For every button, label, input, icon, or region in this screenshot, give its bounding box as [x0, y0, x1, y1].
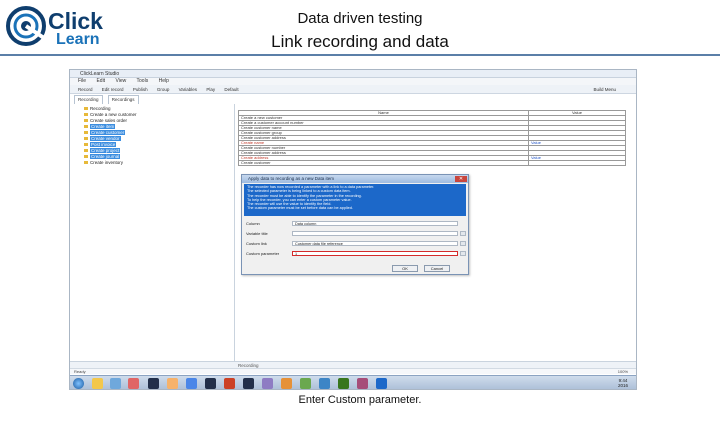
- dialog-row-custom-link: Custom link Customer data file reference: [246, 240, 466, 247]
- toolbar-build-menu[interactable]: Build Menu: [593, 85, 616, 94]
- slide: Click Learn Data driven testing Link rec…: [0, 0, 720, 437]
- tree-item-label: Create journal: [90, 154, 121, 159]
- toolbar-variables[interactable]: Variables: [179, 87, 197, 92]
- folder-icon[interactable]: [92, 378, 103, 389]
- start-button-icon[interactable]: [73, 378, 84, 389]
- dialog-row-variable-title: Variable title: [246, 230, 466, 237]
- toolbar-play[interactable]: Play: [206, 87, 215, 92]
- menu-bar: File Edit View Tools Help: [70, 78, 636, 85]
- tree-item-label: Create inventory: [90, 160, 124, 165]
- tree-item-label: Post invoice: [90, 142, 117, 147]
- apply-data-dialog: Apply data to recording as a new Data it…: [241, 174, 469, 275]
- status-bar: Ready 100%: [70, 368, 636, 374]
- menu-help[interactable]: Help: [159, 78, 169, 84]
- taskbar-clock[interactable]: 9:44 2016: [618, 378, 628, 388]
- menu-tools[interactable]: Tools: [137, 78, 149, 84]
- field-label: Custom parameter: [246, 251, 280, 256]
- tree-item-label: Create vendor: [90, 136, 121, 141]
- app-icon-10[interactable]: [281, 378, 292, 389]
- app-icon-4[interactable]: [167, 378, 178, 389]
- tree-item-label: Create sales order: [90, 118, 128, 123]
- folder-icon: [84, 119, 88, 123]
- window-title-bar: ClickLearn Studio: [70, 70, 636, 78]
- table-row[interactable]: Create customer: [238, 160, 626, 166]
- folder-icon: [84, 161, 88, 165]
- app-icon-2[interactable]: [128, 378, 139, 389]
- dialog-title-bar: Apply data to recording as a new Data it…: [242, 175, 468, 183]
- dialog-title: Apply data to recording as a new Data it…: [248, 176, 335, 181]
- toolbar-edit-record[interactable]: Edit record: [102, 87, 124, 92]
- info-line: The custom parameter must be set before …: [247, 206, 353, 211]
- app-icon-12[interactable]: [319, 378, 330, 389]
- app-icon-15[interactable]: [376, 378, 387, 389]
- app-icon-5[interactable]: [186, 378, 197, 389]
- app-icon-9[interactable]: [262, 378, 273, 389]
- variable-title-field[interactable]: [292, 231, 458, 236]
- field-label: Variable title: [246, 231, 268, 236]
- slide-subtitle: Link recording and data: [271, 32, 449, 51]
- folder-icon: [84, 107, 88, 111]
- folder-icon: [84, 155, 88, 159]
- toolbar: Record Edit record Publish Group Variabl…: [70, 85, 636, 94]
- app-screenshot: ClickLearn Studio File Edit View Tools H…: [69, 69, 637, 390]
- dialog-close-icon[interactable]: ✕: [455, 176, 467, 182]
- app-icon-11[interactable]: [300, 378, 311, 389]
- column-select[interactable]: Data column: [292, 221, 458, 226]
- app-icon-13[interactable]: [338, 378, 349, 389]
- tree-item-label: Recording: [90, 106, 111, 111]
- folder-icon: [84, 149, 88, 153]
- folder-icon: [84, 113, 88, 117]
- recording-tree: Recording Create a new customer Create sal…: [82, 106, 232, 366]
- menu-view[interactable]: View: [115, 78, 126, 84]
- custom-link-field[interactable]: Customer data file reference: [292, 241, 458, 246]
- tree-item-label: Create item: [90, 124, 116, 129]
- field-label: Column: [246, 221, 260, 226]
- tab-recordings[interactable]: Recordings: [107, 95, 139, 104]
- slide-caption: Enter Custom parameter.: [298, 394, 422, 406]
- field-label: Custom link: [246, 241, 267, 246]
- menu-file[interactable]: File: [78, 78, 86, 84]
- toolbar-default[interactable]: Default: [224, 87, 238, 92]
- tab-recording[interactable]: Recording: [74, 95, 103, 104]
- tab-row: Recording Recordings: [70, 95, 636, 104]
- tree-item[interactable]: Create inventory: [84, 160, 232, 166]
- custom-parameter-field[interactable]: 1: [292, 251, 458, 256]
- taskbar: 9:44 2016: [70, 375, 636, 389]
- menu-edit[interactable]: Edit: [96, 78, 105, 84]
- clock-date: 2016: [617, 383, 628, 388]
- app-icon-3[interactable]: [148, 378, 159, 389]
- tree-item-label: Create customer: [90, 130, 126, 135]
- cancel-button[interactable]: Cancel: [424, 265, 450, 272]
- toolbar-record[interactable]: Record: [78, 87, 93, 92]
- toolbar-publish[interactable]: Publish: [133, 87, 148, 92]
- dialog-row-custom-parameter: Custom parameter 1: [246, 250, 466, 257]
- title-divider: [0, 54, 720, 56]
- toolbar-group[interactable]: Group: [157, 87, 170, 92]
- cell-value[interactable]: [528, 160, 626, 166]
- pane-splitter[interactable]: [234, 104, 235, 362]
- status-text: Ready: [74, 369, 86, 374]
- tree-item-label: Create project: [90, 148, 121, 153]
- dialog-row-column: Column Data column: [246, 220, 466, 227]
- output-strip: Recording: [70, 361, 636, 368]
- folder-icon: [84, 143, 88, 147]
- custom-link-browse-button[interactable]: [460, 241, 466, 246]
- variable-title-browse-button[interactable]: [460, 231, 466, 236]
- folder-icon: [84, 137, 88, 141]
- data-grid: Name Value Create a new customer Create a…: [238, 110, 626, 166]
- app-icon-7[interactable]: [224, 378, 235, 389]
- folder-icon: [84, 125, 88, 129]
- app-icon-14[interactable]: [357, 378, 368, 389]
- window-title: ClickLearn Studio: [80, 71, 120, 77]
- app-icon-1[interactable]: [110, 378, 121, 389]
- app-icon-8[interactable]: [243, 378, 254, 389]
- ok-button[interactable]: OK: [392, 265, 418, 272]
- slide-title: Data driven testing: [297, 10, 423, 27]
- dialog-info-panel: The recorder has now recorded a paramete…: [244, 184, 466, 216]
- app-icon-6[interactable]: [205, 378, 216, 389]
- tree-item-label: Create a new customer: [90, 112, 137, 117]
- folder-icon: [84, 131, 88, 135]
- custom-parameter-browse-button[interactable]: [460, 251, 466, 256]
- cell-name[interactable]: Create customer: [238, 160, 529, 166]
